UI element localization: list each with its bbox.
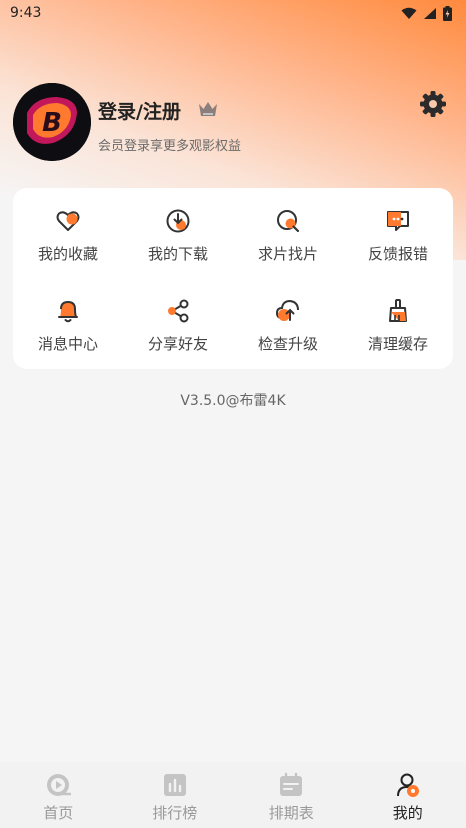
menu-item-label: 消息中心 xyxy=(37,335,98,353)
share-icon xyxy=(168,299,189,323)
menu-item-favorites[interactable]: 我的收藏 xyxy=(13,188,123,268)
bell-icon xyxy=(58,300,78,323)
battery-icon xyxy=(443,5,452,21)
profile-icon xyxy=(396,773,419,797)
login-register-link[interactable]: 登录/注册 xyxy=(98,97,181,124)
menu-item-clear-cache[interactable]: 清理缓存 xyxy=(343,278,453,358)
home-icon xyxy=(47,774,72,796)
crown-icon xyxy=(199,102,217,116)
menu-item-label: 检查升级 xyxy=(257,335,318,353)
menu-item-request-film[interactable]: 求片找片 xyxy=(233,188,343,268)
menu-item-feedback[interactable]: 反馈报错 xyxy=(343,188,453,268)
bottom-nav: 首页 排行榜 排期表 我的 xyxy=(0,762,466,828)
broom-icon xyxy=(389,299,407,322)
nav-label: 排期表 xyxy=(268,804,314,822)
menu-item-label: 我的收藏 xyxy=(37,245,98,263)
menu-item-downloads[interactable]: 我的下载 xyxy=(123,188,233,268)
member-subtitle: 会员登录享更多观影权益 xyxy=(98,139,242,154)
menu-item-label: 清理缓存 xyxy=(367,335,428,353)
feedback-icon xyxy=(387,211,409,231)
nav-label: 首页 xyxy=(43,804,74,822)
profile-section: B 登录/注册 会员登录享更多观影权益 xyxy=(13,83,453,163)
menu-item-messages[interactable]: 消息中心 xyxy=(13,278,123,358)
status-icons xyxy=(401,5,452,21)
nav-label: 我的 xyxy=(392,804,423,822)
svg-text:B: B xyxy=(42,108,62,138)
upgrade-icon xyxy=(275,299,299,321)
nav-home[interactable]: 首页 xyxy=(0,762,117,828)
status-time: 9:43 xyxy=(10,5,42,21)
gear-icon[interactable] xyxy=(419,90,447,118)
menu-card: 我的收藏 我的下载 求片找片 反馈报错 消息中心 分享好友 检查升级 清理缓存 xyxy=(13,188,453,369)
nav-mine[interactable]: 我的 xyxy=(350,762,466,828)
nav-ranking[interactable]: 排行榜 xyxy=(117,762,234,828)
menu-item-check-update[interactable]: 检查升级 xyxy=(233,278,343,358)
version-text: V3.5.0@布雷4K xyxy=(180,393,286,409)
menu-item-share[interactable]: 分享好友 xyxy=(123,278,233,358)
heart-icon xyxy=(56,211,80,231)
schedule-icon xyxy=(280,772,303,796)
menu-item-label: 反馈报错 xyxy=(367,245,428,263)
download-icon xyxy=(166,209,190,233)
menu-item-label: 分享好友 xyxy=(147,335,208,353)
avatar[interactable]: B xyxy=(13,83,91,161)
nav-label: 排行榜 xyxy=(152,804,198,822)
wifi-icon xyxy=(401,7,417,19)
signal-icon xyxy=(424,7,436,19)
nav-schedule[interactable]: 排期表 xyxy=(233,762,350,828)
status-bar: 9:43 xyxy=(0,0,466,26)
menu-item-label: 求片找片 xyxy=(257,245,318,263)
menu-item-label: 我的下载 xyxy=(147,245,208,263)
search-film-icon xyxy=(277,210,300,233)
ranking-icon xyxy=(163,774,186,796)
app-logo-icon: B xyxy=(13,83,91,161)
